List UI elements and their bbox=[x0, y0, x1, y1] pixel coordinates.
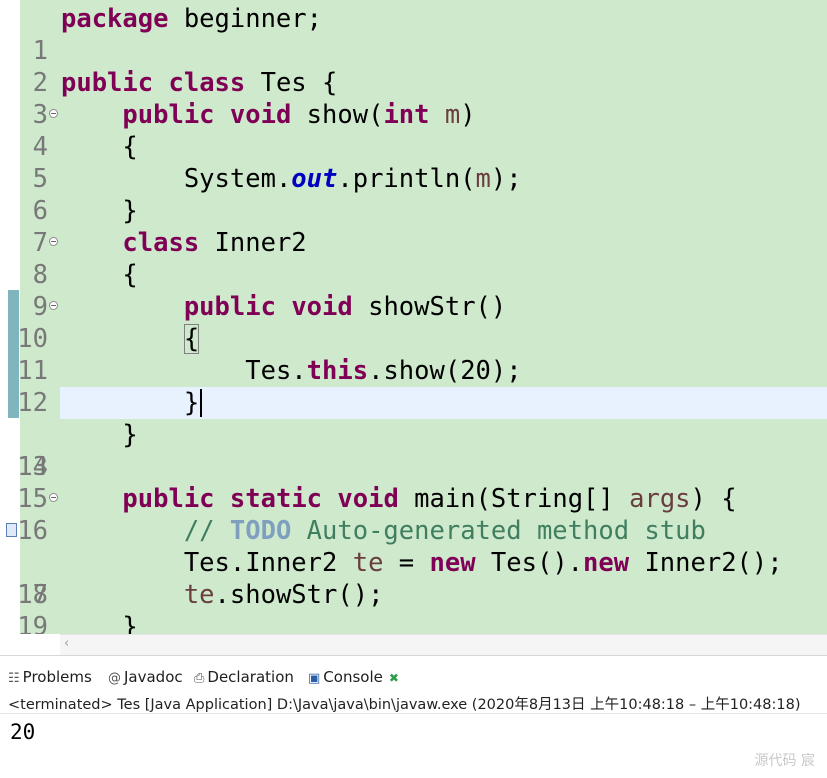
code-text: { bbox=[122, 132, 138, 162]
console-status: <terminated> Tes [Java Application] D:\J… bbox=[8, 697, 801, 713]
code-line-10: 10 public void showStr() bbox=[0, 291, 827, 354]
keyword: int bbox=[383, 100, 430, 130]
code-text: Inner2(); bbox=[629, 548, 783, 578]
fold-toggle-icon[interactable] bbox=[49, 493, 58, 502]
keyword: void bbox=[337, 484, 399, 514]
code-line-3: 3 public class Tes { bbox=[0, 67, 827, 130]
console-icon: ▣ bbox=[308, 671, 321, 686]
tab-javadoc[interactable]: @ Javadoc bbox=[108, 664, 183, 690]
code-text: .println( bbox=[337, 164, 476, 194]
code-text: ) bbox=[460, 100, 476, 130]
code-text: } bbox=[122, 196, 138, 226]
code-text: main(String[] bbox=[398, 484, 630, 514]
code-line-17: 17 // TODO Auto-generated method stub bbox=[0, 515, 827, 610]
variable: m bbox=[444, 100, 461, 130]
javadoc-icon: @ bbox=[108, 671, 121, 686]
code-line-1: 1 package beginner; bbox=[0, 3, 827, 66]
keyword: package bbox=[61, 4, 169, 34]
tab-label: Console bbox=[323, 668, 383, 686]
code-text: { bbox=[122, 260, 138, 290]
code-text: Tes(). bbox=[475, 548, 584, 578]
tab-label: Declaration bbox=[207, 668, 294, 686]
todo-tag: TODO bbox=[229, 516, 292, 546]
tab-declaration[interactable]: ⎙ Declaration bbox=[194, 664, 294, 690]
code-text: Tes.Inner2 bbox=[183, 548, 353, 578]
watermark: 源代码 宸 bbox=[754, 753, 815, 769]
tab-console[interactable]: ▣ Console ✖ bbox=[308, 664, 399, 690]
code-text: Tes { bbox=[245, 68, 338, 98]
code-line-2: 2 bbox=[0, 35, 827, 98]
code-line-4: 4 public void show(int m) bbox=[0, 99, 827, 162]
console-output[interactable]: 20 bbox=[10, 720, 35, 744]
code-text: } bbox=[122, 612, 138, 634]
variable: args bbox=[629, 484, 691, 514]
code-text: beginner; bbox=[168, 4, 322, 34]
keyword: this bbox=[306, 356, 369, 386]
code-line-13[interactable]: 13 } bbox=[0, 387, 827, 482]
keyword: new bbox=[583, 548, 630, 578]
code-line-20: 20 } bbox=[0, 611, 827, 634]
divider bbox=[0, 713, 827, 714]
text-caret bbox=[200, 389, 203, 417]
keyword: void bbox=[229, 100, 292, 130]
matching-bracket: { bbox=[183, 324, 200, 354]
close-icon[interactable]: ✖ bbox=[389, 671, 399, 685]
keyword: void bbox=[291, 292, 353, 322]
keyword: static bbox=[229, 484, 323, 514]
code-text: Tes. bbox=[245, 356, 307, 386]
code-line-15: 15 bbox=[0, 451, 827, 514]
code-line-16: 16 public static void main(String[] args… bbox=[0, 483, 827, 546]
keyword: class bbox=[168, 68, 246, 98]
tab-problems[interactable]: ☷ Problems bbox=[8, 664, 92, 690]
code-editor[interactable]: 1 package beginner; 2 3 public class Tes… bbox=[0, 0, 827, 634]
static-field: out bbox=[291, 164, 338, 194]
code-text: = bbox=[383, 548, 430, 578]
fold-toggle-icon[interactable] bbox=[49, 109, 58, 118]
keyword: public bbox=[61, 68, 154, 98]
code-line-11: 11 { bbox=[0, 323, 827, 386]
panel-tabs: ☷ Problems @ Javadoc ⎙ Declaration ▣ Console… bbox=[0, 664, 827, 690]
code-line-5: 5 { bbox=[0, 131, 827, 194]
keyword: public bbox=[183, 292, 276, 322]
fold-toggle-icon[interactable] bbox=[49, 237, 58, 246]
code-text: ) { bbox=[690, 484, 737, 514]
console-panel: ☷ Problems @ Javadoc ⎙ Declaration ▣ Console… bbox=[0, 655, 827, 778]
scroll-left-icon[interactable]: ‹ bbox=[64, 635, 69, 653]
code-text: Inner2 bbox=[199, 228, 307, 258]
code-line-12: 12 Tes.this.show(20); bbox=[0, 355, 827, 418]
task-marker-icon[interactable] bbox=[6, 523, 17, 537]
code-line-14: 14 } bbox=[0, 419, 827, 482]
code-line-7: 7 } bbox=[0, 195, 827, 258]
horizontal-scrollbar[interactable]: ‹ bbox=[60, 634, 827, 655]
editor-corner bbox=[0, 634, 60, 654]
problems-icon: ☷ bbox=[8, 671, 20, 686]
keyword: class bbox=[122, 228, 200, 258]
code-line-18: 18 Tes.Inner2 te = new Tes().new Inner2(… bbox=[0, 547, 827, 610]
code-line-8: 8 class Inner2 bbox=[0, 227, 827, 290]
comment: // bbox=[183, 516, 230, 546]
variable: m bbox=[475, 164, 491, 194]
tab-label: Problems bbox=[22, 668, 92, 686]
keyword: new bbox=[429, 548, 476, 578]
code-line-9: 9 { bbox=[0, 259, 827, 322]
code-text: System. bbox=[183, 164, 292, 194]
code-text: } bbox=[183, 388, 200, 418]
code-line-19: 19 te.showStr(); bbox=[0, 579, 827, 634]
code-text: .showStr(); bbox=[214, 580, 384, 610]
keyword: public bbox=[122, 100, 215, 130]
code-text: showStr() bbox=[352, 292, 507, 322]
code-text: } bbox=[122, 420, 138, 450]
fold-toggle-icon[interactable] bbox=[49, 301, 58, 310]
code-text: .show(20); bbox=[368, 356, 522, 386]
tab-label: Javadoc bbox=[124, 668, 183, 686]
code-text: show( bbox=[291, 100, 384, 130]
code-line-6: 6 System.out.println(m); bbox=[0, 163, 827, 226]
keyword: public bbox=[122, 484, 215, 514]
declaration-icon: ⎙ bbox=[194, 671, 205, 686]
variable: te bbox=[183, 580, 215, 610]
comment: Auto-generated method stub bbox=[291, 516, 706, 546]
variable: te bbox=[352, 548, 384, 578]
code-text: ); bbox=[490, 164, 522, 194]
